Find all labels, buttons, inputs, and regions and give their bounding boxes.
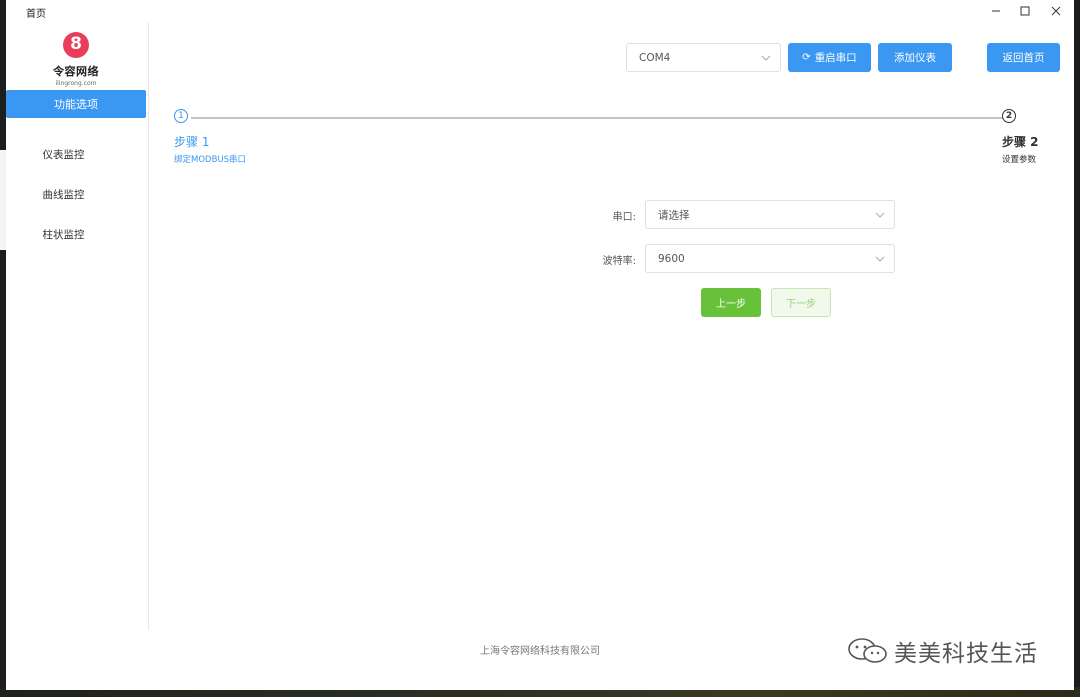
sidebar-item-function-options[interactable]: 功能选项 xyxy=(6,90,146,118)
sidebar-item-meter-monitor[interactable]: 仪表监控 xyxy=(6,147,121,162)
chevron-down-icon xyxy=(875,212,885,218)
logo-subtitle: ilingrong.com xyxy=(55,80,97,87)
chevron-down-icon xyxy=(761,55,771,61)
logo-name: 令容网络 xyxy=(53,65,99,78)
prev-step-button[interactable]: 上一步 xyxy=(701,288,761,317)
step-1-title: 步骤 1 xyxy=(174,135,210,149)
window-title: 首页 xyxy=(26,9,46,20)
title-bar: 首页 xyxy=(6,0,1074,22)
port-field-select[interactable]: 请选择 xyxy=(645,200,895,229)
step-1-description: 绑定MODBUS串口 xyxy=(174,155,247,165)
restart-port-label: 重启串口 xyxy=(814,52,857,64)
step-progress-line xyxy=(191,117,1006,119)
port-select-value: COM4 xyxy=(639,51,671,64)
refresh-icon: ⟳ xyxy=(802,52,811,63)
close-button[interactable] xyxy=(1041,2,1071,20)
step-2-title: 步骤 2 xyxy=(1002,135,1039,149)
baud-field-label: 波特率: xyxy=(602,256,636,267)
close-icon xyxy=(1051,6,1061,16)
restart-port-button[interactable]: ⟳ 重启串口 xyxy=(788,43,871,72)
maximize-button[interactable] xyxy=(1010,2,1040,20)
port-field-placeholder: 请选择 xyxy=(658,209,690,221)
watermark: 美美科技生活 xyxy=(846,634,1038,668)
port-select[interactable]: COM4 xyxy=(626,43,781,72)
baud-field-value: 9600 xyxy=(658,252,685,265)
logo: 令容网络 ilingrong.com xyxy=(50,32,102,87)
footer-company-text: 上海令容网络科技有限公司 xyxy=(480,646,600,657)
minimize-icon xyxy=(992,10,1000,12)
sidebar-item-bar-monitor[interactable]: 柱状监控 xyxy=(6,227,121,242)
next-step-button[interactable]: 下一步 xyxy=(771,288,831,317)
logo-mark-icon xyxy=(63,32,89,58)
minimize-button[interactable] xyxy=(981,2,1011,20)
return-home-button[interactable]: 返回首页 xyxy=(987,43,1060,72)
chevron-down-icon xyxy=(875,256,885,262)
sidebar: 令容网络 ilingrong.com 功能选项 仪表监控 曲线监控 柱状监控 xyxy=(6,22,149,630)
port-field-label: 串口: xyxy=(612,212,636,223)
add-meter-button[interactable]: 添加仪表 xyxy=(878,43,952,72)
watermark-text: 美美科技生活 xyxy=(894,641,1038,667)
sidebar-item-curve-monitor[interactable]: 曲线监控 xyxy=(6,187,121,202)
step-2-icon: 2 xyxy=(1002,109,1016,123)
step-2-description: 设置参数 xyxy=(1002,155,1037,165)
app-window: 首页 令容网络 ilingrong.com 功能选项 仪表监控 曲线监控 柱状监… xyxy=(6,0,1074,690)
baud-field-select[interactable]: 9600 xyxy=(645,244,895,273)
chat-bubbles-icon xyxy=(848,638,887,663)
step-1-icon: 1 xyxy=(174,109,188,123)
maximize-icon xyxy=(1020,6,1030,16)
